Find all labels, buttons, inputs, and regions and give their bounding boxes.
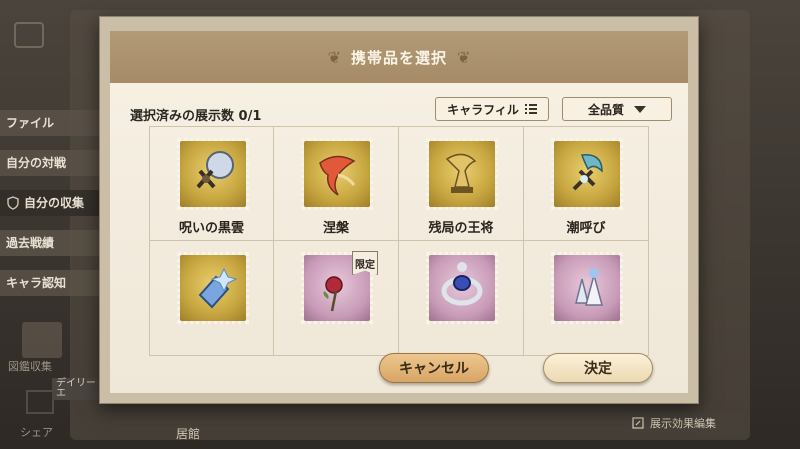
item-card[interactable] bbox=[149, 241, 274, 356]
gallery-book-icon[interactable] bbox=[22, 322, 62, 358]
confirm-button[interactable]: 決定 bbox=[543, 353, 653, 383]
share-label: シェア bbox=[20, 426, 53, 439]
side-nav-item-my-matches[interactable]: 自分の対戦 bbox=[0, 150, 110, 176]
quality-select[interactable]: 全品質 bbox=[562, 97, 672, 121]
share-icon[interactable] bbox=[26, 390, 54, 414]
side-nav-item-my-collection[interactable]: 自分の収集 bbox=[0, 190, 110, 216]
side-nav-label: 過去戦績 bbox=[6, 236, 55, 250]
side-nav-item-past-records[interactable]: 過去戦績 bbox=[0, 230, 110, 256]
item-grid: 呪いの黒雲 涅槃 残局の王将 潮呼び 限定 bbox=[149, 126, 651, 356]
chevron-down-icon bbox=[634, 105, 646, 113]
gallery-label: 図鑑収集 bbox=[8, 360, 52, 373]
shield-icon bbox=[7, 196, 19, 210]
edit-icon bbox=[632, 417, 644, 429]
chess-king-icon bbox=[426, 138, 498, 210]
character-filter-label: キャラフィル bbox=[447, 102, 519, 117]
selected-count: 選択済みの展示数 0/1 bbox=[130, 109, 262, 124]
quality-select-value: 全品質 bbox=[587, 102, 624, 117]
dialog-title-bar: ❦ 携帯品を選択 ❦ bbox=[110, 31, 688, 83]
laurel-right-icon: ❦ bbox=[457, 47, 471, 67]
item-name: 残局の王将 bbox=[428, 221, 494, 236]
cancel-button[interactable]: キャンセル bbox=[379, 353, 489, 383]
crystal-bottle-icon bbox=[177, 252, 249, 324]
sapphire-ring-icon bbox=[426, 252, 498, 324]
cursed-cloud-icon bbox=[177, 138, 249, 210]
tide-caller-icon bbox=[551, 138, 623, 210]
item-card[interactable] bbox=[399, 241, 524, 356]
laurel-left-icon: ❦ bbox=[327, 47, 341, 67]
side-nav-label: 自分の収集 bbox=[24, 196, 85, 210]
item-card[interactable]: 潮呼び bbox=[524, 126, 649, 241]
item-name: 涅槃 bbox=[322, 221, 349, 236]
edit-display-effect-button[interactable]: 展示効果編集 bbox=[624, 412, 744, 434]
back-button[interactable] bbox=[14, 22, 44, 48]
item-card[interactable]: 残局の王将 bbox=[399, 126, 524, 241]
crystal-cluster-icon bbox=[551, 252, 623, 324]
item-card[interactable]: 限定 bbox=[274, 241, 399, 356]
list-icon bbox=[524, 104, 537, 114]
side-nav-label: キャラ認知 bbox=[6, 276, 67, 290]
dialog-title: 携帯品を選択 bbox=[350, 48, 447, 67]
item-card[interactable] bbox=[524, 241, 649, 356]
item-card[interactable]: 呪いの黒雲 bbox=[149, 126, 274, 241]
select-item-dialog: ❦ 携帯品を選択 ❦ 選択済みの展示数 0/1 キャラフィル 全品質 呪いの黒雲… bbox=[99, 16, 699, 404]
side-nav-item-character-recognition[interactable]: キャラ認知 bbox=[0, 270, 110, 296]
item-name: 潮呼び bbox=[566, 221, 606, 236]
side-nav-label: ファイル bbox=[6, 116, 55, 130]
edit-display-effect-label: 展示効果編集 bbox=[650, 417, 716, 430]
item-card[interactable]: 涅槃 bbox=[274, 126, 399, 241]
side-nav-item-file[interactable]: ファイル bbox=[0, 110, 110, 136]
side-nav: ファイル 自分の対戦 自分の収集 過去戦績 キャラ認知 bbox=[0, 110, 110, 310]
daily-tag: デイリー エ bbox=[52, 378, 100, 400]
phoenix-icon bbox=[301, 138, 373, 210]
item-name: 呪いの黒雲 bbox=[178, 221, 244, 236]
character-filter-button[interactable]: キャラフィル bbox=[435, 97, 549, 121]
side-nav-label: 自分の対戦 bbox=[6, 156, 67, 170]
residence-label: 居館 bbox=[176, 427, 201, 441]
